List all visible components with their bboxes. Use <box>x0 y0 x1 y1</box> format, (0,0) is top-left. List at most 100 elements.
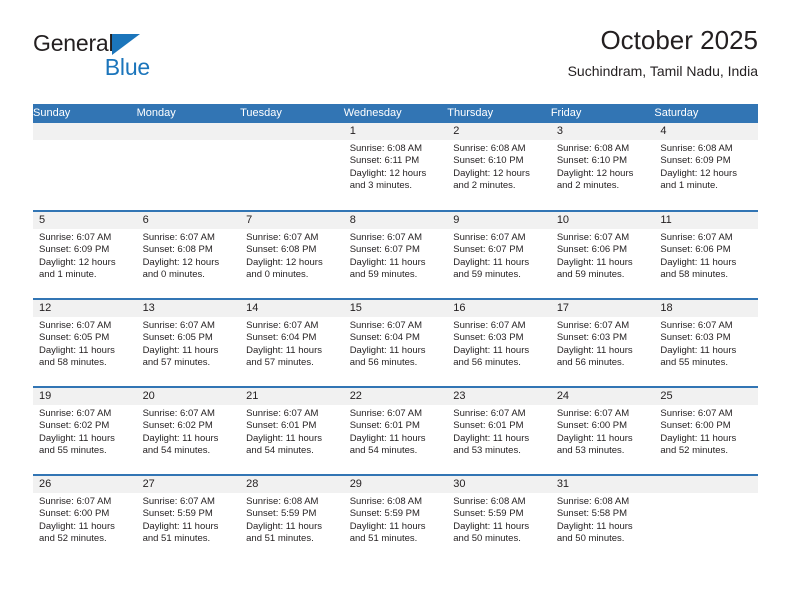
calendar-day-cell[interactable]: 24 Sunrise: 6:07 AM Sunset: 6:00 PM Dayligh… <box>550 386 655 475</box>
calendar-day-cell[interactable]: 9 Sunrise: 6:07 AM Sunset: 6:07 PM Daylight… <box>447 210 551 299</box>
calendar-day-cell[interactable]: 15 Sunrise: 6:07 AM Sunset: 6:04 PM Dayligh… <box>343 298 448 387</box>
sunrise-time: Sunrise: 6:07 AM <box>39 496 112 507</box>
daylight-duration-line1: Daylight: 11 hours <box>556 520 633 532</box>
calendar-day-cell[interactable]: 26 Sunrise: 6:07 AM Sunset: 6:00 PM Dayligh… <box>33 474 137 563</box>
calendar-day-cell[interactable]: 3 Sunrise: 6:08 AM Sunset: 6:10 PM Daylight… <box>550 123 655 211</box>
calendar-day-cell[interactable]: 2 Sunrise: 6:08 AM Sunset: 6:10 PM Daylight… <box>447 123 551 211</box>
day-sun-info: Sunrise: 6:07 AM Sunset: 6:07 PM Daylight:… <box>447 229 551 281</box>
calendar-day-cell[interactable]: 19 Sunrise: 6:07 AM Sunset: 6:02 PM Dayligh… <box>33 386 137 475</box>
daylight-duration-line1: Daylight: 11 hours <box>556 256 633 268</box>
calendar-day-cell[interactable]: 5 Sunrise: 6:07 AM Sunset: 6:09 PM Daylight… <box>33 210 137 299</box>
brand-logo-row-top: General <box>33 30 233 56</box>
day-number: 31 <box>550 476 655 493</box>
daylight-duration-line1: Daylight: 11 hours <box>142 432 219 444</box>
daylight-duration-line2: and 57 minutes. <box>142 356 211 368</box>
sunrise-time: Sunrise: 6:07 AM <box>660 408 733 419</box>
daylight-duration-line1: Daylight: 11 hours <box>39 520 115 532</box>
calendar-body: 1 Sunrise: 6:08 AM Sunset: 6:11 PM Daylight… <box>33 123 758 563</box>
day-number: 25 <box>654 388 758 405</box>
daylight-duration-line1: Daylight: 11 hours <box>39 432 115 444</box>
daylight-duration-line2: and 3 minutes. <box>349 179 413 191</box>
day-sun-info: Sunrise: 6:08 AM Sunset: 6:09 PM Daylight:… <box>654 140 758 192</box>
calendar-day-cell[interactable]: 27 Sunrise: 6:07 AM Sunset: 5:59 PM Dayligh… <box>136 474 241 563</box>
day-sun-info: Sunrise: 6:07 AM Sunset: 6:08 PM Daylight:… <box>137 229 241 281</box>
day-number: 13 <box>136 300 241 317</box>
daylight-duration-line2: and 54 minutes. <box>142 444 211 456</box>
page-header: General Blue October 2025 Suchindram, Ta… <box>33 24 758 86</box>
sunset-time: Sunset: 6:02 PM <box>142 420 213 432</box>
day-number: 24 <box>550 388 655 405</box>
calendar-day-cell[interactable]: 29 Sunrise: 6:08 AM Sunset: 5:59 PM Dayligh… <box>343 474 448 563</box>
calendar-day-cell[interactable]: 16 Sunrise: 6:07 AM Sunset: 6:03 PM Dayligh… <box>447 298 551 387</box>
daylight-duration-line2: and 1 minute. <box>660 179 718 191</box>
daylight-duration-line2: and 54 minutes. <box>246 444 314 456</box>
day-number: 28 <box>240 476 344 493</box>
calendar-week-row: 5 Sunrise: 6:07 AM Sunset: 6:09 PM Daylight… <box>33 210 758 299</box>
daylight-duration-line1: Daylight: 12 hours <box>453 167 530 179</box>
calendar-day-cell[interactable]: 6 Sunrise: 6:07 AM Sunset: 6:08 PM Daylight… <box>136 210 241 299</box>
day-number: 10 <box>550 212 655 229</box>
calendar-day-cell[interactable]: 13 Sunrise: 6:07 AM Sunset: 6:05 PM Dayligh… <box>136 298 241 387</box>
calendar-day-cell[interactable]: 22 Sunrise: 6:07 AM Sunset: 6:01 PM Dayligh… <box>343 386 448 475</box>
calendar-day-cell[interactable]: 31 Sunrise: 6:08 AM Sunset: 5:58 PM Dayligh… <box>550 474 655 563</box>
sunset-time: Sunset: 6:03 PM <box>453 332 524 344</box>
weekday-header-saturday: Saturday <box>654 104 758 123</box>
daylight-duration-line1: Daylight: 12 hours <box>349 167 427 179</box>
daylight-duration-line2: and 50 minutes. <box>556 532 625 544</box>
calendar-cell-empty <box>136 123 241 211</box>
sunrise-time: Sunrise: 6:07 AM <box>660 232 733 243</box>
sunset-time: Sunset: 6:09 PM <box>660 155 731 167</box>
daylight-duration-line2: and 53 minutes. <box>556 444 625 456</box>
daylight-duration-line2: and 0 minutes. <box>246 268 309 280</box>
daylight-duration-line1: Daylight: 11 hours <box>246 432 322 444</box>
sunset-time: Sunset: 6:08 PM <box>246 244 317 256</box>
daylight-duration-line2: and 52 minutes. <box>39 532 107 544</box>
calendar-day-cell[interactable]: 20 Sunrise: 6:07 AM Sunset: 6:02 PM Dayligh… <box>136 386 241 475</box>
daylight-duration-line1: Daylight: 11 hours <box>660 432 737 444</box>
calendar-day-cell[interactable]: 21 Sunrise: 6:07 AM Sunset: 6:01 PM Dayligh… <box>240 386 344 475</box>
day-number: 21 <box>240 388 344 405</box>
calendar-day-cell[interactable]: 25 Sunrise: 6:07 AM Sunset: 6:00 PM Dayligh… <box>654 386 758 475</box>
calendar-week-row: 19 Sunrise: 6:07 AM Sunset: 6:02 PM Dayligh… <box>33 386 758 475</box>
calendar-day-cell[interactable]: 12 Sunrise: 6:07 AM Sunset: 6:05 PM Dayligh… <box>33 298 137 387</box>
day-sun-info: Sunrise: 6:07 AM Sunset: 6:07 PM Daylight:… <box>344 229 448 281</box>
day-sun-info: Sunrise: 6:07 AM Sunset: 6:06 PM Daylight:… <box>551 229 655 281</box>
daylight-duration-line2: and 56 minutes. <box>556 356 625 368</box>
calendar-day-cell[interactable]: 7 Sunrise: 6:07 AM Sunset: 6:08 PM Daylight… <box>240 210 344 299</box>
calendar-day-cell[interactable]: 11 Sunrise: 6:07 AM Sunset: 6:06 PM Dayligh… <box>654 210 758 299</box>
sunset-time: Sunset: 6:06 PM <box>556 244 628 256</box>
daylight-duration-line1: Daylight: 11 hours <box>453 344 530 356</box>
calendar-day-cell[interactable]: 23 Sunrise: 6:07 AM Sunset: 6:01 PM Dayligh… <box>447 386 551 475</box>
calendar-day-cell[interactable]: 30 Sunrise: 6:08 AM Sunset: 5:59 PM Dayligh… <box>447 474 551 563</box>
day-number: 26 <box>33 476 137 493</box>
sunset-time: Sunset: 6:03 PM <box>556 332 628 344</box>
daylight-duration-line1: Daylight: 11 hours <box>556 432 633 444</box>
calendar-header-row: Sunday Monday Tuesday Wednesday Thursday… <box>33 104 758 123</box>
sunrise-time: Sunrise: 6:08 AM <box>246 496 319 507</box>
daylight-duration-line1: Daylight: 11 hours <box>142 344 219 356</box>
sunrise-time: Sunrise: 6:08 AM <box>453 143 526 154</box>
sunrise-time: Sunrise: 6:07 AM <box>246 320 319 331</box>
calendar-day-cell[interactable]: 8 Sunrise: 6:07 AM Sunset: 6:07 PM Daylight… <box>343 210 448 299</box>
day-sun-info: Sunrise: 6:08 AM Sunset: 6:10 PM Daylight:… <box>551 140 655 192</box>
day-sun-info: Sunrise: 6:07 AM Sunset: 6:03 PM Daylight:… <box>447 317 551 369</box>
day-number <box>136 123 241 140</box>
sunrise-time: Sunrise: 6:07 AM <box>660 320 733 331</box>
day-sun-info: Sunrise: 6:07 AM Sunset: 6:06 PM Daylight:… <box>654 229 758 281</box>
calendar-day-cell[interactable]: 28 Sunrise: 6:08 AM Sunset: 5:59 PM Dayligh… <box>240 474 344 563</box>
sunrise-time: Sunrise: 6:08 AM <box>556 496 630 507</box>
calendar-day-cell[interactable]: 17 Sunrise: 6:07 AM Sunset: 6:03 PM Dayligh… <box>550 298 655 387</box>
calendar-day-cell[interactable]: 1 Sunrise: 6:08 AM Sunset: 6:11 PM Daylight… <box>343 123 448 211</box>
calendar-page: General Blue October 2025 Suchindram, Ta… <box>0 0 792 612</box>
daylight-duration-line2: and 56 minutes. <box>349 356 418 368</box>
daylight-duration-line2: and 51 minutes. <box>349 532 418 544</box>
brand-name-blue: Blue <box>104 54 150 80</box>
calendar-day-cell[interactable]: 18 Sunrise: 6:07 AM Sunset: 6:03 PM Dayligh… <box>654 298 758 387</box>
brand-logo[interactable]: General Blue <box>33 30 233 82</box>
day-sun-info: Sunrise: 6:07 AM Sunset: 6:01 PM Daylight:… <box>240 405 344 457</box>
day-number: 29 <box>343 476 448 493</box>
sunset-time: Sunset: 6:04 PM <box>349 332 420 344</box>
calendar-day-cell[interactable]: 14 Sunrise: 6:07 AM Sunset: 6:04 PM Dayligh… <box>240 298 344 387</box>
calendar-day-cell[interactable]: 10 Sunrise: 6:07 AM Sunset: 6:06 PM Dayligh… <box>550 210 655 299</box>
calendar-day-cell[interactable]: 4 Sunrise: 6:08 AM Sunset: 6:09 PM Daylight… <box>654 123 758 211</box>
